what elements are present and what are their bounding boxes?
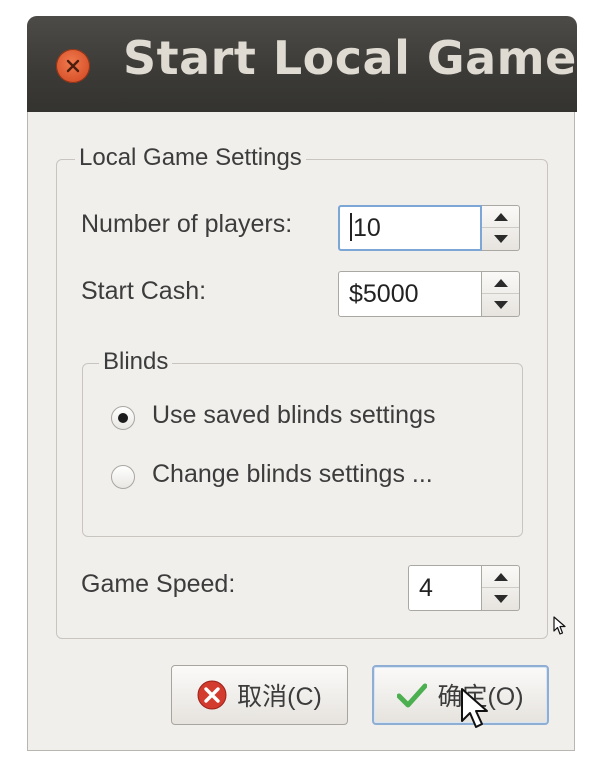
title-bar[interactable]: Start Local Game: [27, 16, 577, 112]
players-value: 10: [353, 214, 381, 242]
saved-blinds-label[interactable]: Use saved blinds settings: [152, 401, 435, 430]
radio-change-blinds[interactable]: [111, 465, 135, 489]
players-input[interactable]: 10: [338, 205, 482, 251]
players-label: Number of players:: [81, 210, 293, 238]
cash-increment-icon[interactable]: [482, 272, 519, 294]
window-title: Start Local Game: [123, 31, 577, 85]
speed-label: Game Speed:: [81, 570, 236, 598]
cancel-icon: [197, 680, 227, 710]
text-caret: [350, 213, 352, 242]
players-stepper[interactable]: [482, 205, 520, 251]
cash-input[interactable]: $5000: [338, 271, 482, 317]
players-decrement-icon[interactable]: [482, 228, 519, 250]
speed-input[interactable]: 4: [408, 565, 482, 611]
cancel-button[interactable]: 取消(C): [171, 665, 348, 725]
settings-legend: Local Game Settings: [75, 144, 306, 172]
cancel-label: 取消(C): [237, 683, 322, 711]
dialog-window: Start Local Game Local Game Settings Num…: [27, 16, 577, 751]
change-blinds-label[interactable]: Change blinds settings ...: [152, 460, 433, 489]
cash-stepper[interactable]: [482, 271, 520, 317]
blinds-frame: Blinds: [82, 348, 523, 537]
cash-label: Start Cash:: [81, 277, 207, 305]
blinds-legend: Blinds: [99, 348, 173, 376]
close-icon[interactable]: [56, 49, 90, 83]
mouse-cursor-icon: [461, 688, 488, 728]
speed-increment-icon[interactable]: [482, 566, 519, 588]
checkmark-icon: [397, 682, 428, 708]
speed-decrement-icon[interactable]: [482, 588, 519, 610]
speed-stepper[interactable]: [482, 565, 520, 611]
players-increment-icon[interactable]: [482, 206, 519, 228]
pointer-cursor-icon: [553, 616, 566, 635]
cash-value: $5000: [349, 280, 419, 308]
cash-decrement-icon[interactable]: [482, 294, 519, 316]
radio-saved-blinds[interactable]: [111, 406, 135, 430]
speed-value: 4: [419, 574, 433, 602]
radio-selected-dot: [118, 413, 128, 423]
